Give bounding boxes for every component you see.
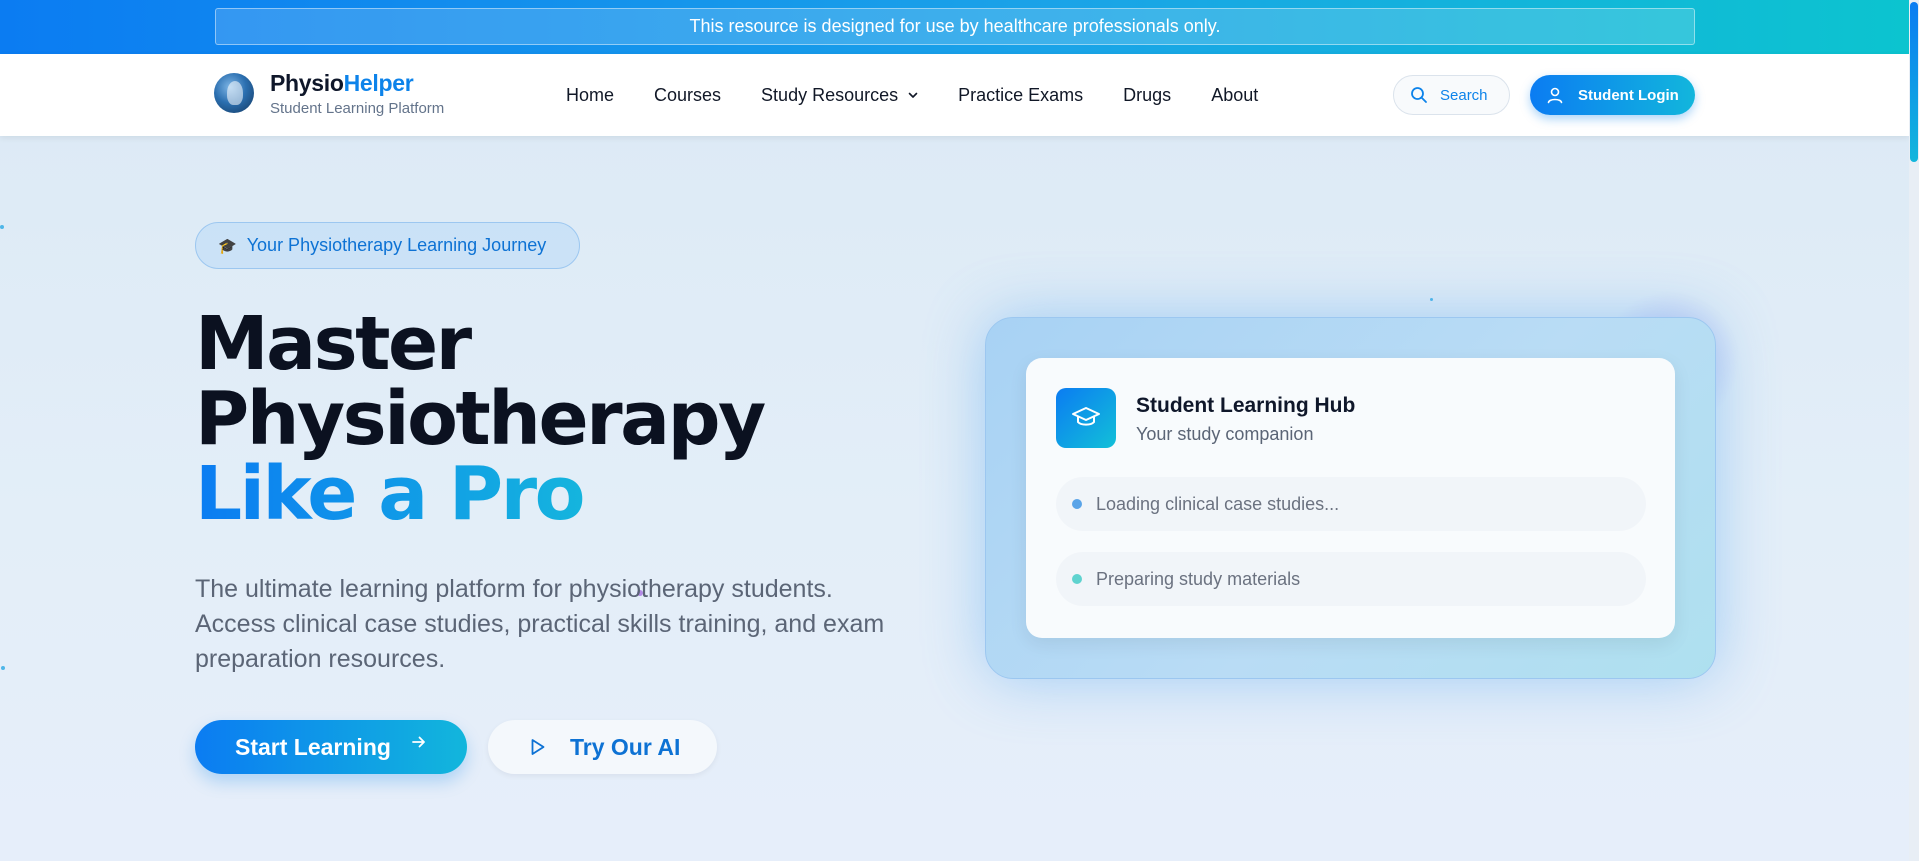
hero-title: Master Physiotherapy Like a Pro xyxy=(195,301,766,532)
site-header: PhysioHelper Student Learning Platform H… xyxy=(0,54,1909,136)
nav-item-about[interactable]: About xyxy=(1211,85,1258,106)
top-banner: This resource is designed for use by hea… xyxy=(0,0,1909,54)
status-dot xyxy=(1072,499,1082,509)
main-nav: Home Courses Study Resources Practice Ex… xyxy=(566,54,1298,136)
hero-title-line3: Like a Pro xyxy=(195,457,764,532)
nav-item-practice-exams[interactable]: Practice Exams xyxy=(958,85,1083,106)
sparkle-decoration xyxy=(1430,298,1433,301)
nav-item-study-resources[interactable]: Study Resources xyxy=(761,85,918,106)
nav-label: Drugs xyxy=(1123,84,1172,105)
search-label: Search xyxy=(1440,86,1488,104)
logo-icon[interactable] xyxy=(214,73,254,113)
graduation-cap-icon: 🎓 xyxy=(218,237,237,255)
hub-status-row: Preparing study materials xyxy=(1056,552,1646,606)
sparkle-decoration xyxy=(0,225,4,229)
hub-status-text: Loading clinical case studies... xyxy=(1096,493,1340,514)
hub-title: Student Learning Hub xyxy=(1136,394,1356,417)
page-scrollbar[interactable] xyxy=(1909,0,1919,861)
nav-label: Study Resources xyxy=(761,84,899,105)
brand-subtitle: Student Learning Platform xyxy=(270,100,445,117)
nav-label: Practice Exams xyxy=(958,84,1084,105)
nav-item-courses[interactable]: Courses xyxy=(654,85,721,106)
hub-status-row: Loading clinical case studies... xyxy=(1056,477,1646,531)
try-ai-label: Try Our AI xyxy=(570,733,681,760)
graduation-cap-icon xyxy=(1056,388,1116,448)
nav-label: Courses xyxy=(654,84,722,105)
hub-subtitle: Your study companion xyxy=(1136,424,1314,444)
login-label: Student Login xyxy=(1578,86,1679,104)
nav-item-drugs[interactable]: Drugs xyxy=(1123,85,1171,106)
arrow-right-icon xyxy=(412,736,425,748)
search-icon xyxy=(1411,87,1427,103)
brand[interactable]: PhysioHelper Student Learning Platform xyxy=(270,70,444,117)
nav-label: About xyxy=(1211,84,1259,105)
hero-badge-label: Your Physiotherapy Learning Journey xyxy=(246,235,547,255)
chevron-down-icon xyxy=(908,92,918,98)
student-login-button[interactable]: Student Login xyxy=(1530,75,1695,115)
hero-badge: 🎓 Your Physiotherapy Learning Journey xyxy=(195,222,580,269)
nav-label: Home xyxy=(566,84,615,105)
start-learning-button[interactable]: Start Learning xyxy=(195,720,467,774)
start-learning-label: Start Learning xyxy=(235,733,391,760)
brand-name: PhysioHelper xyxy=(270,70,444,97)
hub-status-text: Preparing study materials xyxy=(1096,568,1301,589)
sparkle-decoration xyxy=(1,666,5,670)
status-dot xyxy=(1072,574,1082,584)
search-button[interactable]: Search xyxy=(1393,75,1510,115)
try-ai-button[interactable]: Try Our AI xyxy=(488,720,717,774)
hero-title-line2: Physiotherapy xyxy=(195,376,766,462)
user-icon xyxy=(1547,87,1563,104)
brand-name-part2: Helper xyxy=(343,70,414,96)
nav-item-home[interactable]: Home xyxy=(566,85,614,106)
hero-title-line1: Master xyxy=(195,301,472,387)
scrollbar-thumb[interactable] xyxy=(1910,2,1918,162)
banner-notice: This resource is designed for use by hea… xyxy=(215,8,1695,45)
brand-name-part1: Physio xyxy=(270,70,344,96)
play-icon xyxy=(531,739,545,755)
learning-hub-card: Student Learning Hub Your study companio… xyxy=(1026,358,1675,638)
hero-description: The ultimate learning platform for physi… xyxy=(195,575,885,673)
